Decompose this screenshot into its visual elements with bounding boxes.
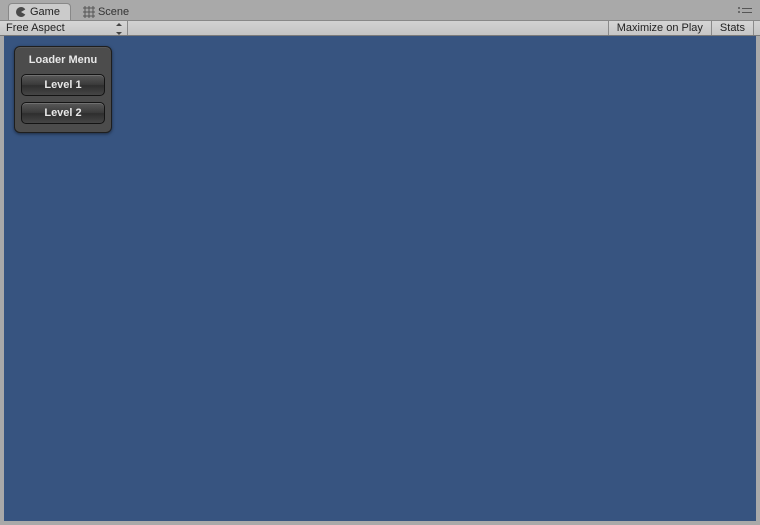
toolbar-spacer: [128, 21, 609, 35]
tab-strip: Game Scene: [0, 0, 760, 20]
toolbar-end: [754, 21, 760, 35]
aspect-label: Free Aspect: [6, 22, 65, 34]
stats-label: Stats: [720, 22, 745, 34]
level-1-button[interactable]: Level 1: [21, 74, 105, 96]
pacman-icon: [15, 6, 27, 18]
tab-game[interactable]: Game: [8, 3, 71, 20]
loader-menu-title: Loader Menu: [21, 51, 105, 72]
level-2-button[interactable]: Level 2: [21, 102, 105, 124]
game-toolbar: Free Aspect Maximize on Play Stats: [0, 20, 760, 36]
maximize-label: Maximize on Play: [617, 22, 703, 34]
tab-scene-label: Scene: [98, 6, 129, 18]
tab-scene[interactable]: Scene: [77, 3, 139, 20]
maximize-on-play-button[interactable]: Maximize on Play: [609, 21, 712, 35]
panel-menu-icon[interactable]: [738, 5, 752, 15]
loader-menu-panel: Loader Menu Level 1 Level 2: [14, 46, 112, 133]
aspect-dropdown[interactable]: Free Aspect: [0, 21, 128, 35]
grid-icon: [83, 6, 95, 18]
stats-button[interactable]: Stats: [712, 21, 754, 35]
updown-icon: [115, 23, 122, 35]
tab-game-label: Game: [30, 6, 60, 18]
game-viewport: Loader Menu Level 1 Level 2: [4, 36, 756, 521]
